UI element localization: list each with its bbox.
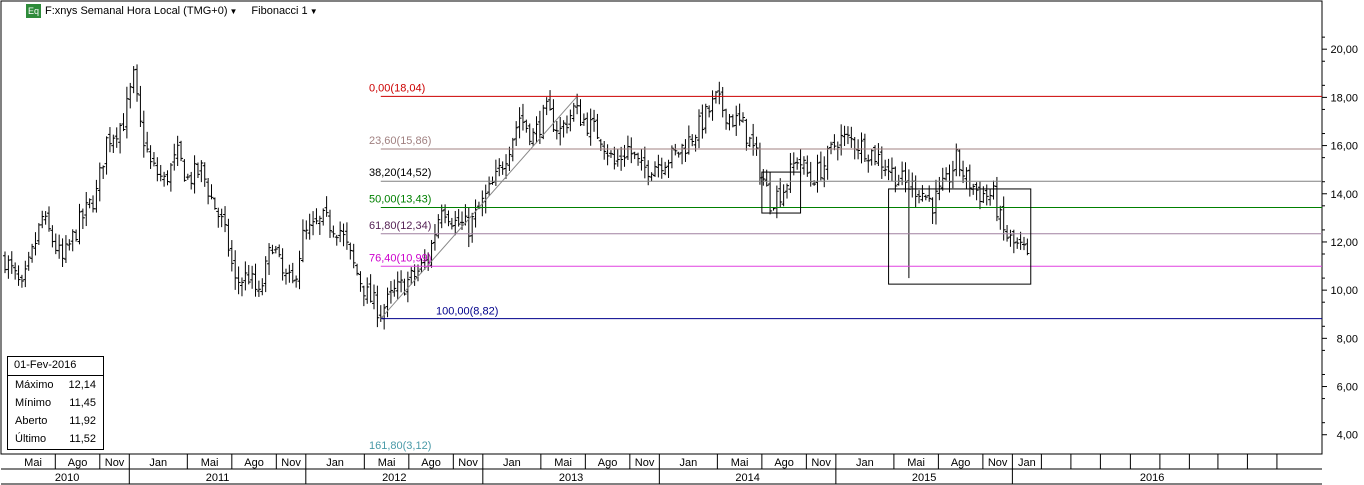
chart-header: Eq F:xnys Semanal Hora Local (TMG+0) ▼ F… [26,3,318,19]
fib-level-label: 61,80(12,34) [369,220,431,232]
x-year-label: 2012 [382,472,406,484]
x-month-label: Nov [811,457,831,469]
x-month-label: Jan [679,457,697,469]
x-year-label: 2015 [912,472,936,484]
fib-level-label: 38,20(14,52) [369,167,431,179]
y-tick-label: 10,00 [1330,285,1358,297]
x-year-label: 2016 [1140,472,1164,484]
info-value: 11,52 [69,433,96,445]
info-label: Mínimo [15,397,52,409]
x-month-label: Mai [907,457,925,469]
x-year-label: 2014 [735,472,759,484]
x-month-label: Nov [458,457,478,469]
x-month-label: Jan [326,457,344,469]
fib-level-label: 50,00(13,43) [369,194,431,206]
y-tick-label: 8,00 [1337,333,1358,345]
x-axis: Mai Ago Nov Jan Mai Ago Nov Jan Mai Ago Nov Jan Mai A… [1,453,1322,485]
fib-level-label: 100,00(8,82) [436,306,498,318]
info-value: 11,45 [69,397,96,409]
title-dropdown-icon[interactable]: ▼ [230,7,238,16]
info-row-high: Máximo 12,14 [8,376,103,394]
y-tick-label: 18,00 [1330,92,1358,104]
x-month-label: Mai [554,457,572,469]
x-year-label: 2011 [206,472,230,484]
chart-frame [0,0,1323,455]
x-month-label: Ago [951,457,971,469]
fib-level-label: 161,80(3,12) [369,440,431,452]
info-label: Último [15,433,47,445]
y-tick-label: 12,00 [1330,237,1358,249]
fib-level-label: 76,40(10,99) [369,252,431,264]
x-month-label: Ago [421,457,441,469]
stock-chart[interactable]: 0,00(18,04) 23,60(15,86) 38,20(14,52) 50,00… [0,0,1364,485]
x-month-label: Ago [598,457,618,469]
info-date: 01-Fev-2016 [8,357,103,376]
x-month-label: Mai [378,457,396,469]
y-tick-label: 6,00 [1337,382,1358,394]
fib-level-label: 0,00(18,04) [369,82,425,94]
info-row-close: Último 11,52 [8,430,103,448]
x-month-label: Nov [281,457,301,469]
x-month-label: Ago [68,457,88,469]
x-month-label: Ago [244,457,264,469]
x-month-label: Nov [635,457,655,469]
x-month-label: Ago [774,457,794,469]
equity-badge: Eq [26,4,42,18]
x-month-label: Jan [503,457,521,469]
price-info-box: 01-Fev-2016 Máximo 12,14 Mínimo 11,45 Ab… [7,356,104,450]
x-month-label: Jan [149,457,167,469]
x-month-label: Nov [988,457,1008,469]
fib-level-label: 23,60(15,86) [369,135,431,147]
y-tick-label: 16,00 [1330,141,1358,153]
info-label: Aberto [15,415,48,427]
y-tick-label: 14,00 [1330,189,1358,201]
x-month-label: Nov [105,457,125,469]
tool-dropdown-icon[interactable]: ▼ [310,7,318,16]
x-month-label: Mai [201,457,219,469]
y-axis: 4,00 6,00 8,00 10,00 12,00 14,00 16,00 18,00 20,… [1322,36,1358,442]
x-month-label: Mai [24,457,42,469]
x-year-label: 2010 [55,472,79,484]
info-row-low: Mínimo 11,45 [8,394,103,412]
x-month-label: Mai [731,457,749,469]
x-year-label: 2013 [559,472,583,484]
tool-label[interactable]: Fibonacci 1 [251,5,307,17]
x-month-label: Jan [1018,457,1036,469]
chart-title[interactable]: F:xnys Semanal Hora Local (TMG+0) [45,5,227,17]
x-month-label: Jan [856,457,874,469]
info-row-open: Aberto 11,92 [8,412,103,430]
y-tick-label: 20,00 [1330,44,1358,56]
info-label: Máximo [15,379,54,391]
info-value: 11,92 [69,415,96,427]
y-tick-label: 4,00 [1337,430,1358,442]
info-value: 12,14 [68,379,96,391]
